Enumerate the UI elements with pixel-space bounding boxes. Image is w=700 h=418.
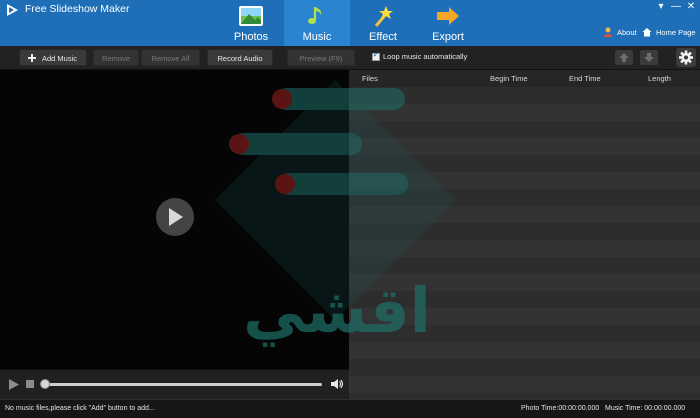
status-bar: No music files,please click "Add" button… <box>0 399 700 418</box>
add-music-button[interactable]: Add Music <box>19 49 87 66</box>
home-page-label: Home Page <box>656 28 696 37</box>
home-icon <box>642 28 652 37</box>
empty-row <box>349 257 700 274</box>
minimize-icon[interactable]: — <box>670 2 682 12</box>
plus-icon <box>28 54 36 62</box>
move-up-button[interactable] <box>615 50 633 65</box>
empty-row <box>349 172 700 189</box>
seek-bar[interactable] <box>45 383 322 386</box>
tab-export[interactable]: Export <box>415 0 481 46</box>
column-begin-time[interactable]: Begin Time <box>490 74 528 83</box>
empty-row <box>349 223 700 240</box>
empty-row <box>349 376 700 393</box>
settings-button[interactable] <box>676 48 696 67</box>
player-controls <box>0 369 349 399</box>
empty-row <box>349 189 700 206</box>
record-audio-button[interactable]: Record Audio <box>207 49 273 66</box>
export-arrow-icon <box>437 7 459 25</box>
photo-time: Photo Time:00:00:00.000 <box>521 405 600 412</box>
empty-row <box>349 240 700 257</box>
music-note-icon <box>308 7 322 24</box>
empty-row <box>349 342 700 359</box>
record-audio-label: Record Audio <box>217 54 263 63</box>
volume-icon[interactable] <box>331 378 343 390</box>
about-icon <box>604 27 612 37</box>
empty-row <box>349 87 700 104</box>
app-logo-icon <box>7 4 18 16</box>
tab-effect-label: Effect <box>369 31 397 43</box>
seek-handle[interactable] <box>40 379 50 389</box>
remove-button[interactable]: Remove <box>93 49 139 66</box>
play-icon[interactable] <box>9 379 19 390</box>
tab-music-label: Music <box>302 31 332 43</box>
empty-row <box>349 104 700 121</box>
tab-effect[interactable]: Effect <box>350 0 416 46</box>
home-page-link[interactable]: Home Page <box>642 27 697 39</box>
empty-row <box>349 155 700 172</box>
column-files[interactable]: Files <box>362 74 378 83</box>
add-music-label: Add Music <box>42 54 78 63</box>
column-end-time[interactable]: End Time <box>569 74 601 83</box>
preview-button[interactable]: Preview (F9) <box>287 49 355 66</box>
empty-row <box>349 206 700 223</box>
arrow-down-icon <box>644 53 654 62</box>
remove-label: Remove <box>102 54 130 63</box>
remove-all-label: Remove All <box>151 54 190 63</box>
tab-photos[interactable]: Photos <box>218 0 284 46</box>
music-toolbar: Add Music Remove Remove All Record Audio… <box>0 46 700 70</box>
about-link[interactable]: About <box>603 27 637 39</box>
photos-icon <box>239 6 263 26</box>
empty-row <box>349 359 700 376</box>
app-title: Free Slideshow Maker <box>25 3 130 15</box>
remove-all-button[interactable]: Remove All <box>141 49 200 66</box>
music-file-table: Files Begin Time End Time Length <box>349 70 700 399</box>
arrow-up-icon <box>619 53 629 62</box>
preview-label: Preview (F9) <box>299 54 343 63</box>
table-header: Files Begin Time End Time Length <box>349 70 700 87</box>
music-time: Music Time: 00:00:00.000 <box>605 405 686 412</box>
stop-icon[interactable] <box>26 380 34 388</box>
empty-row <box>349 325 700 342</box>
menu-dropdown-icon[interactable]: ▾ <box>655 2 667 12</box>
about-label: About <box>617 28 637 37</box>
app-window: Free Slideshow Maker Photos Music Effect… <box>0 0 700 418</box>
magic-wand-icon <box>374 6 393 27</box>
preview-play-button[interactable] <box>156 198 194 236</box>
checkmark-icon: ✓ <box>372 50 380 59</box>
tab-music[interactable]: Music <box>284 0 350 46</box>
column-length[interactable]: Length <box>648 74 671 83</box>
empty-row <box>349 138 700 155</box>
move-down-button[interactable] <box>640 50 658 65</box>
gear-icon <box>679 50 693 65</box>
empty-row <box>349 291 700 308</box>
empty-row <box>349 121 700 138</box>
empty-row <box>349 308 700 325</box>
status-message: No music files,please click "Add" button… <box>5 405 155 412</box>
empty-row <box>349 274 700 291</box>
top-navigation-bar: Free Slideshow Maker Photos Music Effect… <box>0 0 700 46</box>
tab-photos-label: Photos <box>233 31 269 43</box>
loop-music-label: Loop music automatically <box>383 52 468 61</box>
tab-export-label: Export <box>432 31 464 43</box>
play-icon <box>169 208 183 226</box>
close-icon[interactable]: ✕ <box>685 2 697 12</box>
